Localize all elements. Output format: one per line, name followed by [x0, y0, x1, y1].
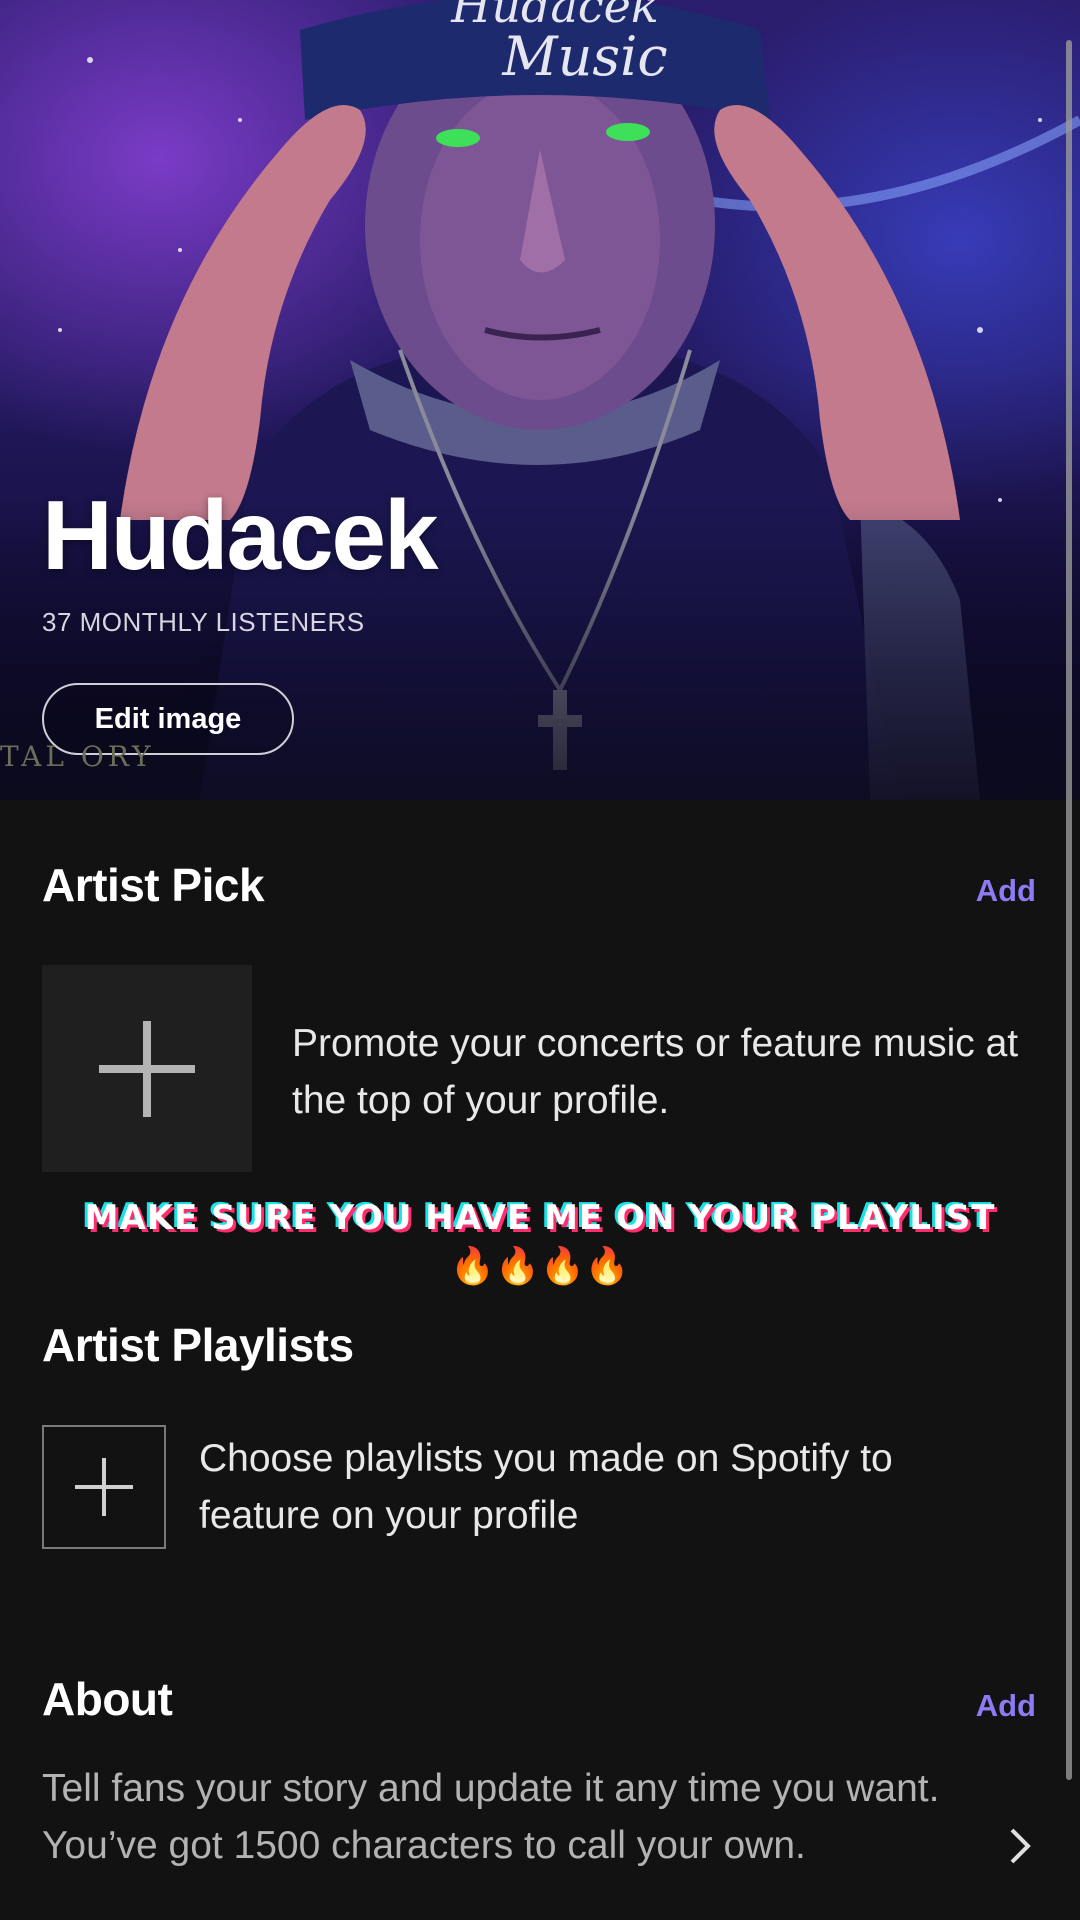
artist-name: Hudacek	[42, 480, 439, 590]
scrollbar[interactable]	[1066, 40, 1072, 1780]
plus-icon	[75, 1458, 133, 1516]
artist-header-image: Hudacek Music	[0, 0, 1080, 800]
artist-pick-description: Promote your concerts or feature music a…	[292, 1022, 1019, 1122]
artist-playlists-title: Artist Playlists	[42, 1319, 354, 1371]
artist-pick-add-tile[interactable]	[42, 965, 252, 1172]
about-title: About	[42, 1673, 173, 1725]
cap-logo-line2: Music	[501, 25, 667, 88]
artist-pick-title: Artist Pick	[42, 859, 265, 911]
background-text: TAL ORY	[0, 740, 155, 773]
artist-playlists-description: Choose playlists you made on Spotify to …	[199, 1437, 893, 1537]
artist-pick-add-button[interactable]: Add	[976, 873, 1036, 909]
plus-icon	[99, 1020, 195, 1117]
add-playlist-tile[interactable]	[42, 1425, 166, 1549]
about-description[interactable]: Tell fans your story and update it any t…	[42, 1760, 942, 1874]
fire-emoji: 🔥🔥🔥🔥	[450, 1245, 630, 1286]
about-add-button[interactable]: Add	[976, 1688, 1036, 1724]
promo-banner: MAKE SURE YOU HAVE ME ON YOUR PLAYLIST	[84, 1198, 996, 1238]
chevron-right-icon[interactable]	[1000, 1826, 1040, 1866]
monthly-listeners: 37 MONTHLY LISTENERS	[42, 607, 365, 637]
